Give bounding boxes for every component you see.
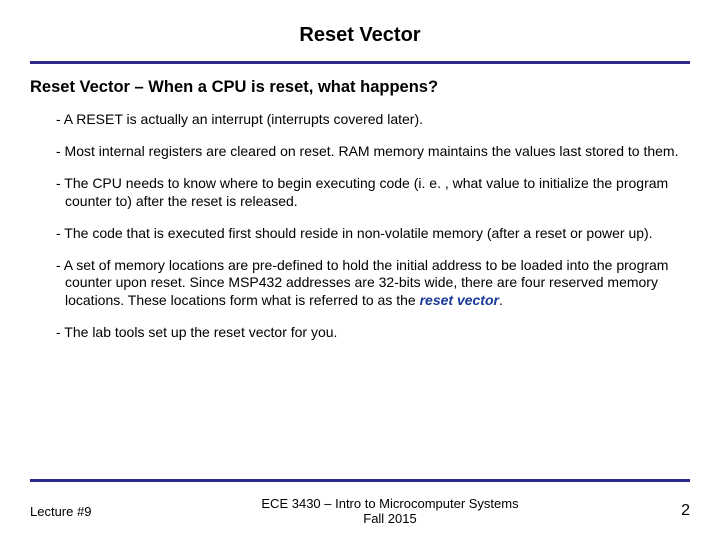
slide: Reset Vector Reset Vector – When a CPU i… — [0, 0, 720, 540]
bullet-item: - The CPU needs to know where to begin e… — [56, 175, 684, 211]
divider-bottom — [30, 479, 690, 482]
bullet-list: - A RESET is actually an interrupt (inte… — [30, 111, 690, 342]
footer-course-line1: ECE 3430 – Intro to Microcomputer System… — [150, 496, 630, 511]
divider-top — [30, 61, 690, 64]
footer-course: ECE 3430 – Intro to Microcomputer System… — [150, 496, 630, 526]
bullet-text: - A set of memory locations are pre-defi… — [56, 257, 668, 309]
bullet-text: . — [499, 292, 503, 308]
footer-lecture: Lecture #9 — [30, 504, 150, 519]
bullet-item: - A set of memory locations are pre-defi… — [56, 257, 684, 311]
bullet-item: - The lab tools set up the reset vector … — [56, 324, 684, 342]
footer-course-line2: Fall 2015 — [150, 511, 630, 526]
bullet-item: - A RESET is actually an interrupt (inte… — [56, 111, 684, 129]
bullet-item: - Most internal registers are cleared on… — [56, 143, 684, 161]
subheading: Reset Vector – When a CPU is reset, what… — [30, 78, 690, 97]
bullet-item: - The code that is executed first should… — [56, 225, 684, 243]
slide-title: Reset Vector — [30, 24, 690, 47]
term-reset-vector: reset vector — [420, 292, 499, 308]
footer: Lecture #9 ECE 3430 – Intro to Microcomp… — [30, 496, 690, 526]
page-number: 2 — [630, 502, 690, 520]
